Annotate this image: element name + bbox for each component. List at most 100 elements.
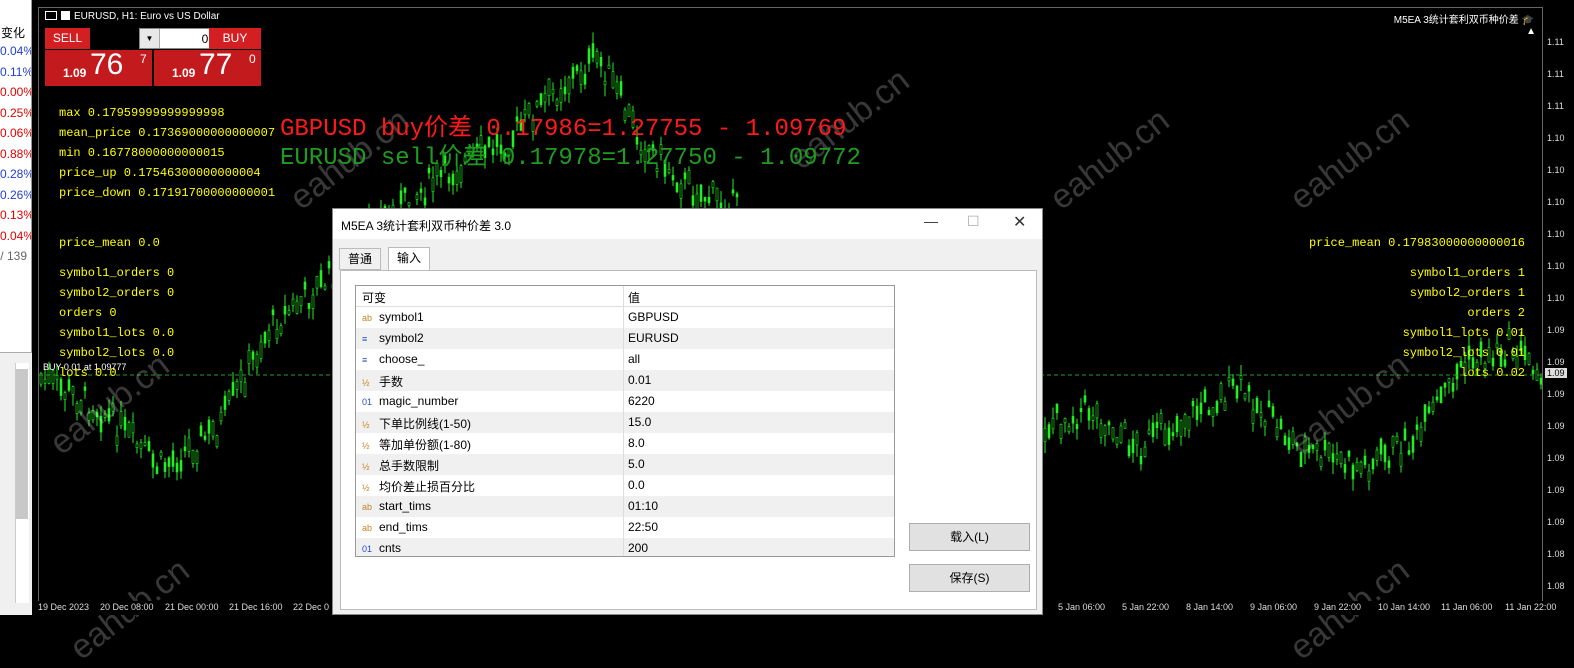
- column-divider: [623, 454, 624, 475]
- time-axis-label: 11 Jan 06:00: [1441, 602, 1493, 612]
- expert-advisor-label[interactable]: M5EA 3统计套利双币种价差 🎓: [1394, 11, 1534, 26]
- price-axis-label: 1.10: [1547, 133, 1565, 143]
- ea-properties-dialog: M5EA 3统计套利双币种价差 3.0 — ☐ ✕ 普通 输入 可变 值 ab s…: [332, 208, 1043, 615]
- parameter-value[interactable]: all: [628, 352, 640, 366]
- stat-right-price-mean: price_mean 0.17983000000000016: [1308, 236, 1525, 250]
- parameter-value[interactable]: 15.0: [628, 415, 651, 429]
- column-value: 值: [628, 291, 641, 305]
- column-divider: [623, 286, 624, 307]
- stat-price-up: price_up 0.17546300000000004: [59, 166, 261, 180]
- parameter-value[interactable]: 6220: [628, 394, 655, 408]
- table-row[interactable]: ab start_tims 01:10: [356, 496, 894, 517]
- change-value: 0.26%: [0, 187, 32, 202]
- parameter-value[interactable]: 200: [628, 541, 648, 555]
- parameter-value[interactable]: 01:10: [628, 499, 658, 513]
- column-divider: [623, 307, 624, 328]
- one-click-close-icon[interactable]: ▲: [1526, 26, 1536, 37]
- table-row[interactable]: ½ 总手数限制 5.0: [356, 454, 894, 475]
- parameter-label: symbol2: [379, 331, 424, 345]
- parameter-value[interactable]: 8.0: [628, 436, 645, 450]
- parameter-label: magic_number: [379, 394, 459, 408]
- time-axis-label: 9 Jan 06:00: [1250, 602, 1298, 612]
- maximize-icon[interactable]: ☐: [967, 213, 980, 230]
- stat-lots: lots 0.0: [59, 366, 117, 380]
- column-divider: [623, 349, 624, 370]
- time-axis-label: 9 Jan 22:00: [1314, 602, 1362, 612]
- lot-decrease-button[interactable]: ▼: [140, 29, 160, 48]
- time-axis-label: 19 Dec 2023: [38, 602, 90, 612]
- stat-right-orders: orders 2: [1467, 306, 1525, 320]
- change-value: / 139: [0, 249, 27, 263]
- parameter-value[interactable]: 0.0: [628, 478, 645, 492]
- minimize-icon[interactable]: —: [924, 213, 938, 229]
- table-row[interactable]: 01 cnts 200: [356, 538, 894, 556]
- parameter-label: end_tims: [379, 520, 428, 534]
- table-row[interactable]: ab symbol1 GBPUSD: [356, 307, 894, 328]
- change-value: 0.11%: [0, 64, 32, 79]
- column-divider: [623, 391, 624, 412]
- scrollbar-thumb[interactable]: [16, 369, 28, 519]
- tab-inputs[interactable]: 输入: [388, 247, 431, 271]
- price-axis-label: 1.09: [1547, 421, 1565, 431]
- chart-window-icon: [45, 11, 57, 20]
- table-row[interactable]: ≡ choose_ all: [356, 349, 894, 370]
- parameter-value[interactable]: 22:50: [628, 520, 658, 534]
- stat-right-symbol1-lots: symbol1_lots 0.01: [1402, 326, 1525, 340]
- parameter-label: 均价差止损百分比: [379, 480, 476, 494]
- parameter-type-icon: ½: [362, 441, 370, 451]
- dialog-titlebar[interactable]: M5EA 3统计套利双币种价差 3.0 — ☐ ✕: [333, 209, 1042, 239]
- time-axis-label: 11 Jan 22:00: [1505, 602, 1557, 612]
- table-row[interactable]: ≡ symbol2 EURUSD: [356, 328, 894, 349]
- parameter-name: ab symbol1: [362, 310, 424, 324]
- close-icon[interactable]: ✕: [1013, 212, 1026, 232]
- ea-hat-icon: 🎓: [1521, 15, 1534, 26]
- buy-button[interactable]: BUY: [209, 28, 261, 49]
- change-value: 0.28%: [0, 167, 32, 181]
- time-axis-label: 8 Jan 14:00: [1186, 602, 1234, 612]
- buy-price-box[interactable]: 1.09 77 0: [154, 48, 261, 86]
- time-axis-label: 21 Dec 16:00: [229, 602, 283, 612]
- column-variable: 可变: [362, 291, 387, 305]
- change-value: 0.25%: [0, 105, 32, 120]
- stat-min: min 0.16778000000000015: [59, 146, 225, 160]
- tab-common[interactable]: 普通: [339, 248, 382, 270]
- parameter-label: start_tims: [379, 499, 432, 513]
- parameter-type-icon: ½: [362, 483, 370, 493]
- parameter-value[interactable]: EURUSD: [628, 331, 679, 345]
- price-axis-label: 1.11: [1547, 37, 1564, 47]
- parameter-type-icon: ½: [362, 378, 370, 388]
- price-axis-label: 1.09: [1547, 325, 1565, 335]
- save-button[interactable]: 保存(S): [909, 564, 1030, 592]
- sell-price-small: 1.09: [63, 66, 87, 80]
- parameter-type-icon: ab: [362, 502, 373, 512]
- parameter-type-icon: ≡: [362, 355, 368, 365]
- change-value: 0.06%: [0, 126, 32, 140]
- stat-mean-price: mean_price 0.17369000000000007: [59, 126, 276, 140]
- stat-symbol2-lots: symbol2_lots 0.0: [59, 346, 175, 360]
- buy-price-big: 77: [199, 48, 233, 81]
- price-axis-label: 1.08: [1547, 581, 1565, 591]
- table-row[interactable]: ½ 手数 0.01: [356, 370, 894, 391]
- sell-price-box[interactable]: 1.09 76 7: [45, 48, 152, 86]
- stat-right-symbol2-lots: symbol2_lots 0.01: [1402, 346, 1525, 360]
- sell-button[interactable]: SELL: [45, 28, 90, 49]
- parameter-name: ½ 手数: [362, 373, 403, 390]
- column-divider: [623, 517, 624, 538]
- parameter-value[interactable]: 5.0: [628, 457, 645, 471]
- load-button[interactable]: 载入(L): [909, 523, 1030, 551]
- table-row[interactable]: ½ 均价差止损百分比 0.0: [356, 475, 894, 496]
- column-divider: [623, 475, 624, 496]
- navigator-panel: [0, 352, 32, 615]
- table-row[interactable]: 01 magic_number 6220: [356, 391, 894, 412]
- table-row[interactable]: ½ 等加单份额(1-80) 8.0: [356, 433, 894, 454]
- price-axis-label: 1.09: [1547, 453, 1565, 463]
- table-row[interactable]: ½ 下单比例线(1-50) 15.0: [356, 412, 894, 433]
- parameter-name: ab end_tims: [362, 520, 428, 534]
- terminal-icon: [61, 11, 70, 20]
- parameter-value[interactable]: 0.01: [628, 373, 651, 387]
- change-value: 0.04%: [0, 44, 32, 58]
- sell-price-big: 76: [90, 48, 124, 81]
- parameter-value[interactable]: GBPUSD: [628, 310, 679, 324]
- parameter-name: 01 cnts: [362, 541, 401, 555]
- table-row[interactable]: ab end_tims 22:50: [356, 517, 894, 538]
